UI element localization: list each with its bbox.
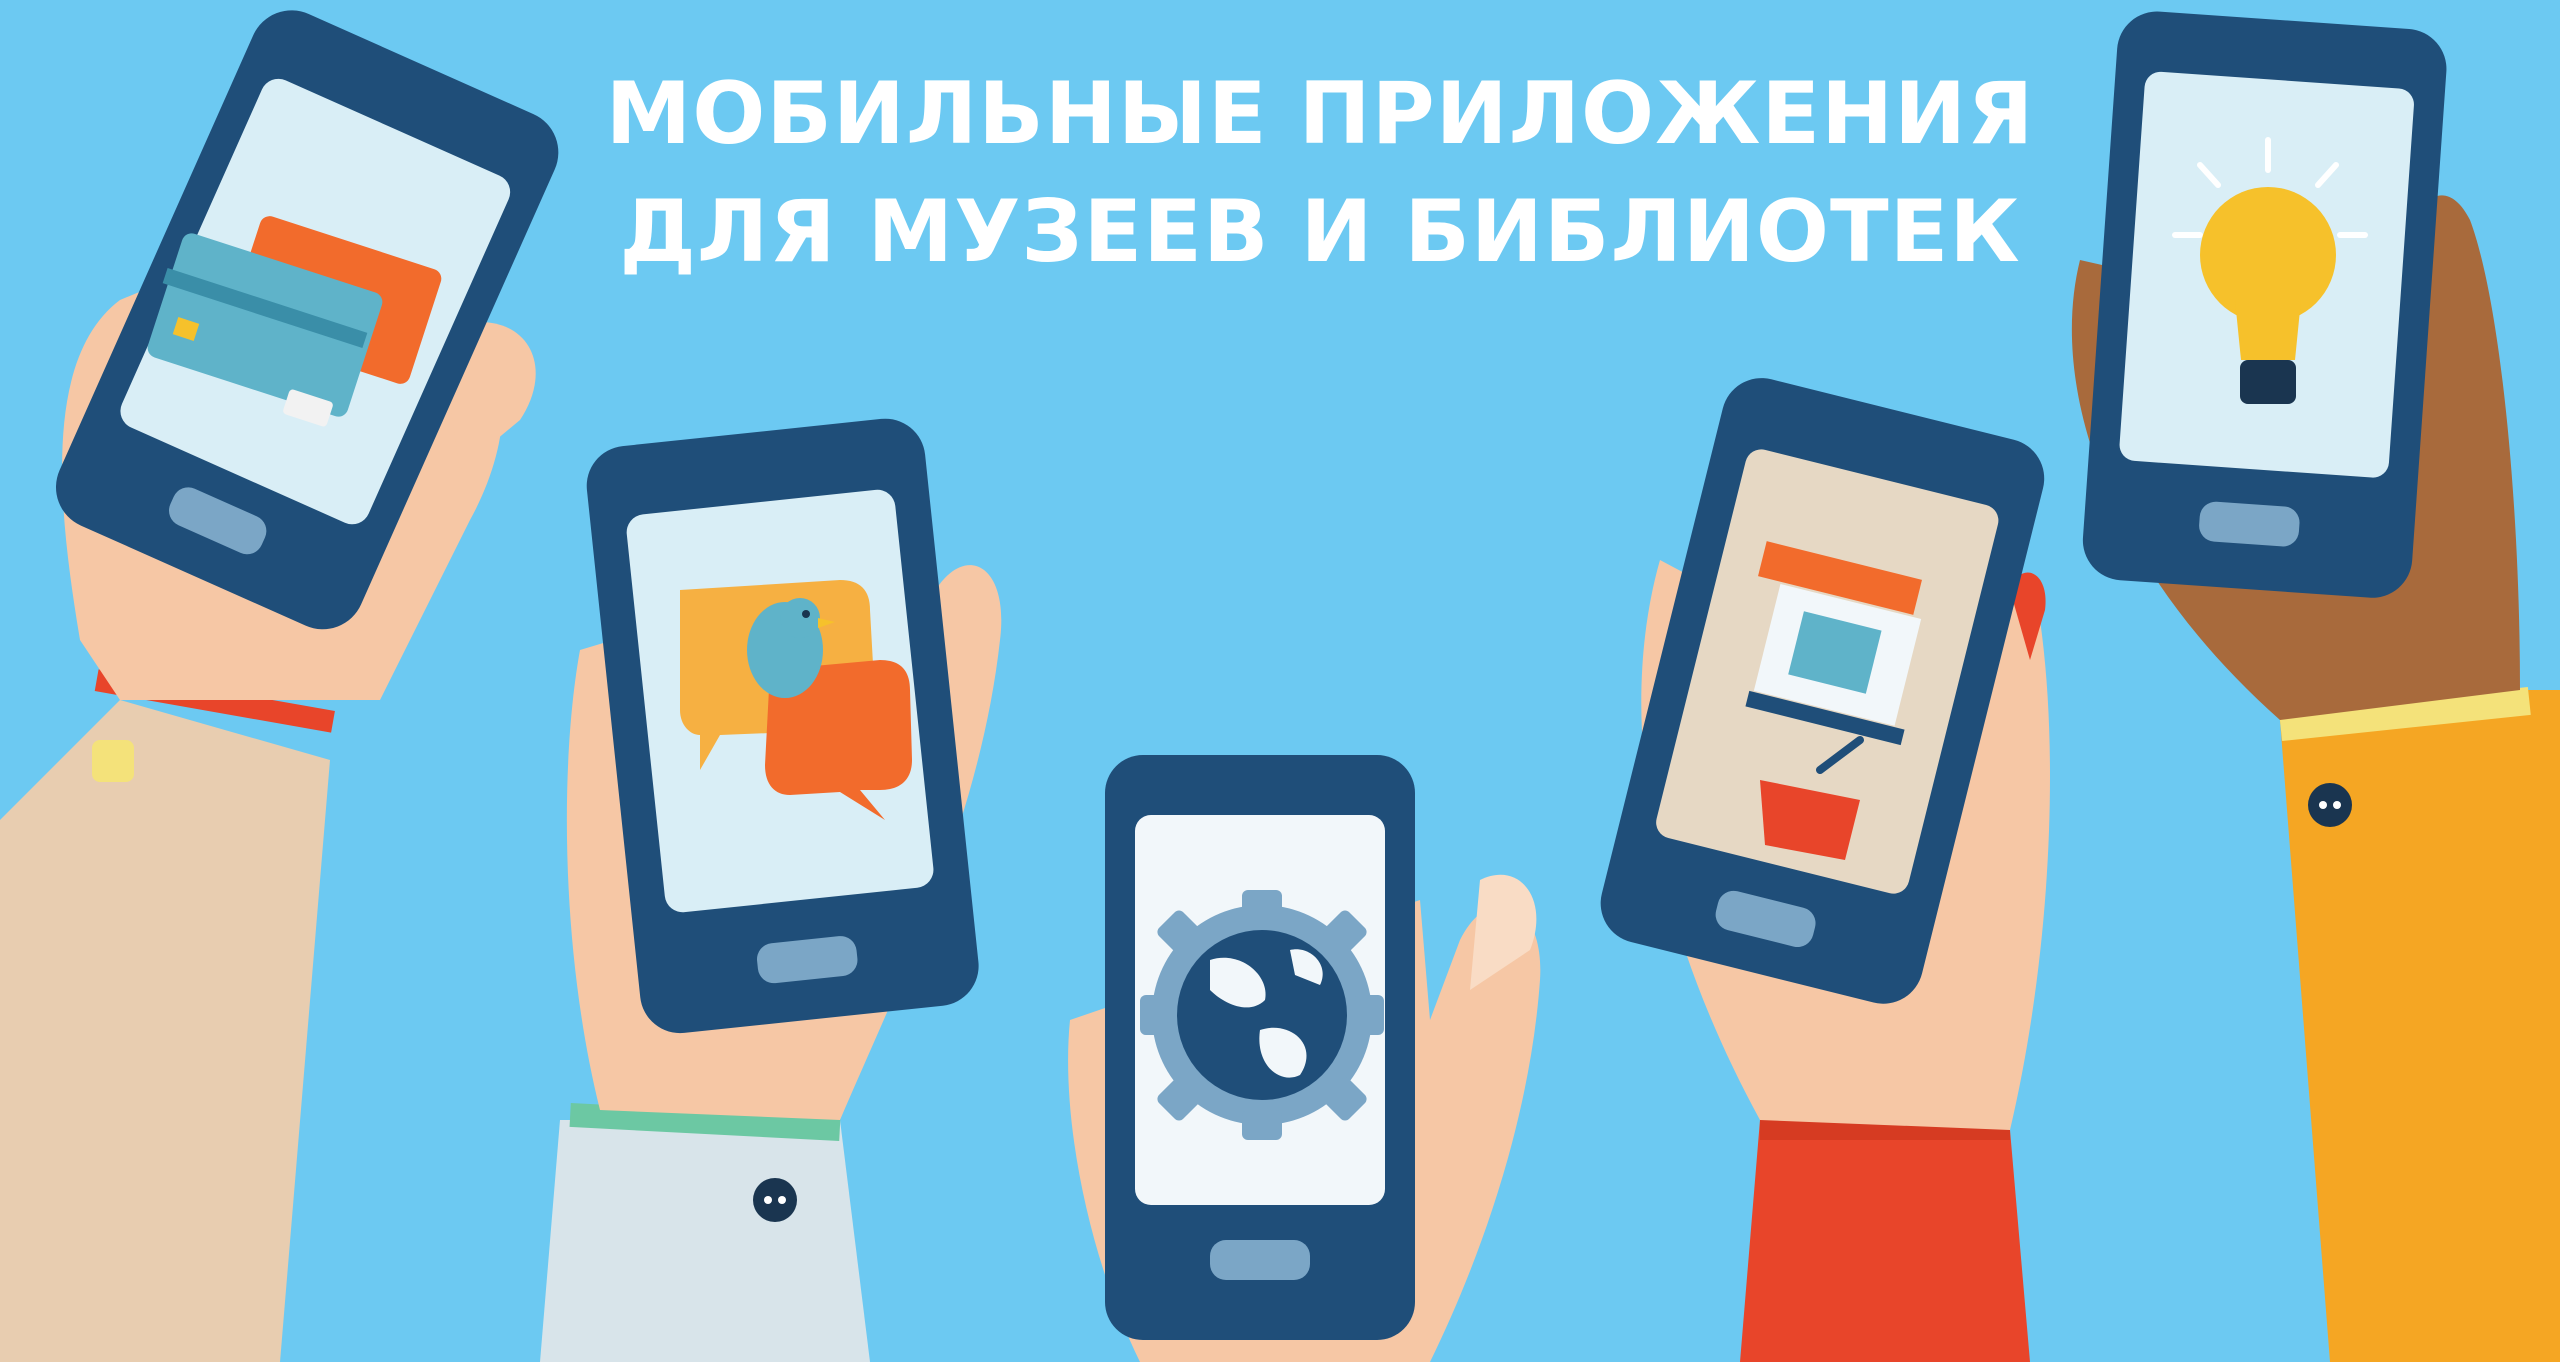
- globe-gear-icon: [1140, 890, 1384, 1140]
- headline-line-2: ДЛЯ МУЗЕЕВ И БИБЛИОТЕК: [619, 182, 2021, 282]
- headline: МОБИЛЬНЫЕ ПРИЛОЖЕНИЯ ДЛЯ МУЗЕЕВ И БИБЛИО…: [0, 55, 2560, 291]
- hand-shop: [1600, 378, 2050, 1362]
- hand-globe: [1068, 755, 1541, 1362]
- illustration: МОБИЛЬНЫЕ ПРИЛОЖЕНИЯ ДЛЯ МУЗЕЕВ И БИБЛИО…: [0, 0, 2560, 1362]
- hand-chat-bird: [540, 418, 1002, 1362]
- headline-line-1: МОБИЛЬНЫЕ ПРИЛОЖЕНИЯ: [605, 64, 2035, 164]
